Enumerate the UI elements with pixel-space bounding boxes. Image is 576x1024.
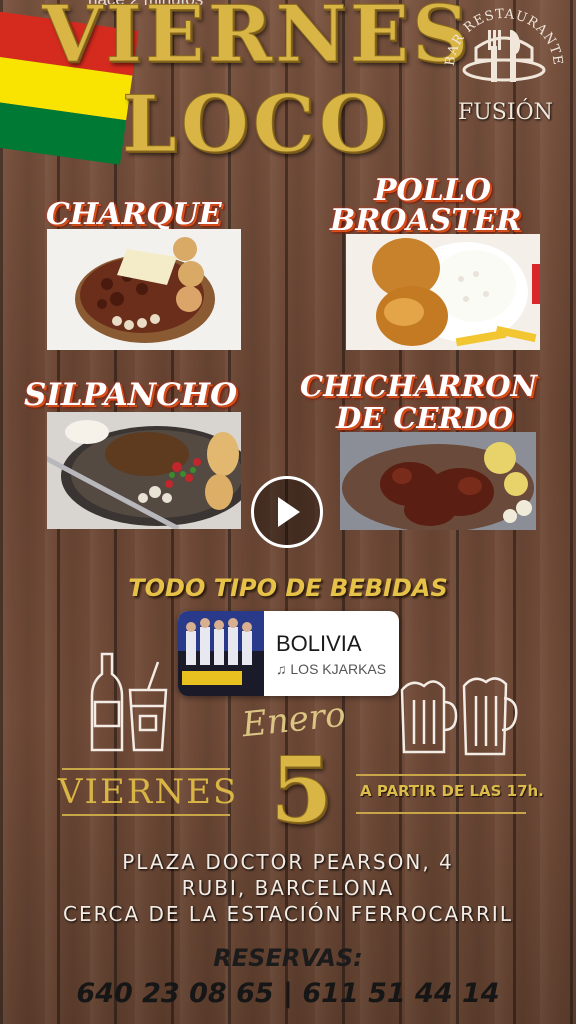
dish-label-chicharron-line-1: CHICHARRON <box>300 369 537 403</box>
dish-photo-silpancho <box>47 412 241 529</box>
play-icon <box>278 497 300 527</box>
event-weekday: VIERNES <box>58 772 239 812</box>
dish-label-charque: CHARQUE <box>46 197 222 232</box>
event-day: 5 <box>270 737 334 843</box>
logo-name: FUSIÓN <box>458 100 553 125</box>
album-art <box>178 611 264 696</box>
glass-icon <box>128 688 168 752</box>
song-artist: LOS KJARKAS <box>290 660 387 677</box>
drinks-banner: TODO TIPO DE BEBIDAS <box>128 574 448 602</box>
address-line-1: PLAZA DOCTOR PEARSON, 4 <box>122 850 454 874</box>
story-poster: hace 2 minutos VIERNES LOCO BAR RESTAURA… <box>0 0 576 1024</box>
title-line-1: VIERNES <box>41 0 472 80</box>
dish-label-chicharron-line-2: DE CERDO <box>336 401 514 435</box>
cutlery-icon <box>462 30 546 82</box>
dish-photo-charque <box>47 229 241 350</box>
music-note-icon: ♫ <box>276 660 291 677</box>
beer-mug-icon <box>400 677 518 756</box>
reservations-phones: 640 23 08 65 | 611 51 44 14 <box>76 978 500 1009</box>
music-sticker[interactable]: BOLIVIA ♫ LOS KJARKAS <box>178 611 399 696</box>
event-start-time: A PARTIR DE LAS 17h. <box>360 782 544 800</box>
beer-mugs-illustration <box>400 677 518 756</box>
dish-photo-chicharron <box>340 432 536 530</box>
address-line-2: RUBI, BARCELONA <box>181 876 395 900</box>
dish-label-silpancho: SILPANCHO <box>24 377 238 413</box>
title-line-2: LOCO <box>122 79 391 170</box>
dish-label-pollo-line-2: BROASTER <box>330 203 522 238</box>
divider-line <box>356 812 526 814</box>
song-title: BOLIVIA <box>276 630 362 656</box>
divider-line <box>356 774 526 776</box>
divider-line <box>62 768 230 770</box>
play-button[interactable] <box>251 476 323 548</box>
address-line-3: CERCA DE LA ESTACIÓN FERROCARRIL <box>63 902 513 926</box>
dish-photo-pollo-broaster <box>346 234 540 350</box>
reservations-label: RESERVAS: <box>213 944 363 972</box>
dish-label-pollo-line-1: POLLO <box>374 173 492 208</box>
bottle-glass-illustration <box>90 652 168 752</box>
divider-line <box>62 814 230 816</box>
